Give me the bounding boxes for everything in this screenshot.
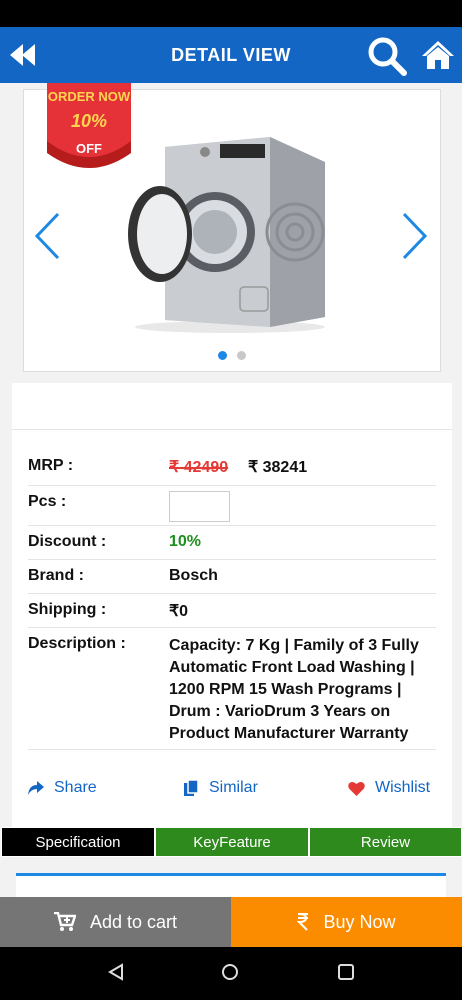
details-header bbox=[12, 383, 452, 430]
discount-value: 10% bbox=[169, 533, 202, 550]
buy-now-label: Buy Now bbox=[323, 911, 396, 932]
nav-back-icon[interactable] bbox=[107, 963, 125, 981]
shipping-row: Shipping : ₹0 bbox=[28, 593, 436, 628]
home-icon[interactable] bbox=[420, 37, 456, 73]
cart-icon bbox=[53, 912, 76, 931]
similar-button[interactable]: Similar bbox=[184, 779, 258, 797]
tab-review[interactable]: Review bbox=[309, 827, 462, 857]
shipping-value: ₹0 bbox=[169, 603, 189, 620]
mrp-new-price: ₹ 38241 bbox=[248, 459, 308, 476]
tab-bar: Specification KeyFeature Review bbox=[1, 827, 462, 859]
shipping-label: Shipping : bbox=[28, 601, 107, 618]
specification-card bbox=[16, 873, 446, 898]
heart-icon bbox=[348, 781, 365, 796]
system-nav-bar bbox=[0, 947, 462, 1000]
pcs-row: Pcs : bbox=[28, 485, 436, 526]
order-now-badge: ORDER NOW 10% OFF bbox=[47, 83, 131, 168]
carousel-dot[interactable] bbox=[237, 351, 246, 360]
chevron-right-icon[interactable] bbox=[400, 210, 430, 262]
description-value: Capacity: 7 Kg | Family of 3 Fully Autom… bbox=[169, 637, 419, 742]
svg-text:10%: 10% bbox=[71, 111, 107, 131]
pcs-label: Pcs : bbox=[28, 493, 67, 510]
app-bar: DETAIL VIEW bbox=[0, 27, 462, 83]
svg-text:ORDER NOW: ORDER NOW bbox=[48, 89, 131, 104]
share-label: Share bbox=[54, 779, 97, 796]
add-to-cart-label: Add to cart bbox=[89, 911, 178, 932]
content-scroll[interactable]: ORDER NOW 10% OFF MRP : ₹ 42490 ₹ 38241 … bbox=[0, 83, 462, 898]
discount-label: Discount : bbox=[28, 533, 107, 550]
pcs-input[interactable] bbox=[169, 491, 230, 522]
bottom-action-bar: Add to cart Buy Now bbox=[0, 897, 462, 947]
product-details-card: MRP : ₹ 42490 ₹ 38241 Pcs : Discount : 1… bbox=[12, 383, 452, 843]
add-to-cart-button[interactable]: Add to cart bbox=[0, 897, 231, 947]
svg-text:OFF: OFF bbox=[76, 141, 102, 156]
nav-recents-icon[interactable] bbox=[337, 963, 355, 981]
tab-keyfeature[interactable]: KeyFeature bbox=[155, 827, 309, 857]
share-button[interactable]: Share bbox=[28, 779, 97, 797]
nav-home-icon[interactable] bbox=[221, 963, 239, 981]
description-label: Description : bbox=[28, 635, 126, 652]
tab-specification[interactable]: Specification bbox=[1, 827, 155, 857]
action-bar: Share Similar Wishlist bbox=[28, 771, 436, 811]
search-icon[interactable] bbox=[366, 35, 408, 77]
discount-row: Discount : 10% bbox=[28, 525, 436, 560]
brand-row: Brand : Bosch bbox=[28, 559, 436, 594]
mrp-label: MRP : bbox=[28, 457, 74, 474]
wishlist-label: Wishlist bbox=[375, 779, 431, 796]
share-icon bbox=[28, 781, 44, 795]
brand-value: Bosch bbox=[169, 567, 218, 584]
chevron-left-icon[interactable] bbox=[32, 210, 62, 262]
rupee-icon bbox=[297, 913, 309, 931]
similar-label: Similar bbox=[209, 779, 258, 796]
brand-label: Brand : bbox=[28, 567, 84, 584]
washing-machine-image bbox=[128, 137, 325, 333]
buy-now-button[interactable]: Buy Now bbox=[231, 897, 462, 947]
mrp-old-price: ₹ 42490 bbox=[169, 459, 229, 476]
copy-icon bbox=[184, 780, 199, 796]
wishlist-button[interactable]: Wishlist bbox=[348, 779, 430, 797]
mrp-row: MRP : ₹ 42490 ₹ 38241 bbox=[28, 453, 436, 486]
carousel-dots bbox=[24, 347, 440, 365]
carousel-dot[interactable] bbox=[218, 351, 227, 360]
description-row: Description : Capacity: 7 Kg | Family of… bbox=[28, 627, 436, 750]
status-bar bbox=[0, 0, 462, 27]
